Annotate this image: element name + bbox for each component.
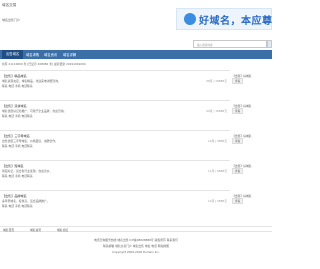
- listing-meta: 12月 | 5888元: [208, 199, 227, 203]
- listing-contact: 联系 电话 手机 电话联系: [2, 84, 33, 88]
- listing-title[interactable]: 【出售】精品域名: [2, 73, 27, 78]
- list-item[interactable]: 【出售】精品域名 域名资源充足，域名精品，欢迎来电详细咨询。 联系 电话 手机 …: [0, 70, 230, 100]
- nav-item-detail[interactable]: 域名详解: [63, 52, 76, 57]
- listing-meta: 10月 | 9888元: [208, 139, 227, 143]
- main-nav: 出售域名 域名求购 域名资讯 域名详解: [0, 50, 272, 59]
- list-item[interactable]: 【出售】双拼域名 域名优质好记易推广，可用于企业品牌，欢迎咨询。 联系 电话 手…: [0, 100, 230, 130]
- footer-copyright: Copyright 2009-2018 Domain Inc.: [112, 250, 160, 254]
- listing-title[interactable]: 【出售】短域名: [2, 163, 24, 168]
- footer-line: 电话咨询服务热线 域名出售 ICP备08008888号 版权所有 联系我们: [94, 238, 178, 242]
- listing-desc: 多年老域名，权重高，适合品牌推广。: [2, 199, 50, 203]
- listing-contact: 联系 电话 手机 电话联系: [2, 174, 33, 178]
- bottom-nav: 域名首页 域名资讯 域名论坛: [0, 226, 272, 232]
- nav-item-sell[interactable]: 出售域名: [2, 50, 24, 59]
- listing-meta: 08月 | 18888元: [206, 79, 227, 83]
- listing-contact: 联系 电话 手机 电话联系: [2, 114, 33, 118]
- banner-logo-icon: [184, 13, 196, 25]
- bottom-nav-item[interactable]: 域名资讯: [30, 228, 41, 232]
- listing-title[interactable]: 【出售】三字母域名: [2, 133, 30, 138]
- listing-info: 共有 21110000 条 [已显示 408084 条] 最新更新 201910…: [2, 62, 86, 66]
- listing-desc: 出售优质三字母域名，价格面议，诚邀合作。: [2, 139, 58, 143]
- listing-desc: 简短好记，适合各行业使用，欢迎议价。: [2, 169, 53, 173]
- sidebar-view-button[interactable]: 查看: [232, 198, 244, 204]
- listing-title[interactable]: 【出售】品牌域名: [2, 193, 27, 198]
- bottom-nav-item[interactable]: 域名论坛: [57, 228, 68, 232]
- header-banner: 好域名，本应尊: [176, 8, 272, 30]
- listing-contact: 联系 电话 手机 电话联系: [2, 144, 33, 148]
- search-input[interactable]: 输入搜索内容: [193, 40, 267, 48]
- listing-meta: 11月 | 6888元: [208, 169, 227, 173]
- sidebar-view-button[interactable]: 查看: [232, 138, 244, 144]
- search-icon[interactable]: [267, 40, 272, 48]
- sidebar-view-button[interactable]: 查看: [232, 108, 244, 114]
- nav-item-news[interactable]: 域名资讯: [44, 52, 57, 57]
- bottom-nav-item[interactable]: 域名首页: [3, 228, 14, 232]
- sidebar-view-button[interactable]: 查看: [232, 168, 244, 174]
- listing-meta: 09月 | 16888元: [206, 109, 227, 113]
- footer-line: 联系邮箱 域名交易门户 域名出售 地址 电话 网站地图: [103, 244, 169, 248]
- list-item[interactable]: 【出售】短域名 简短好记，适合各行业使用，欢迎议价。 联系 电话 手机 电话联系…: [0, 160, 230, 190]
- listing-desc: 域名优质好记易推广，可用于企业品牌，欢迎咨询。: [2, 109, 67, 113]
- listing-desc: 域名资源充足，域名精品，欢迎来电详细咨询。: [2, 79, 61, 83]
- list-item[interactable]: 【出售】品牌域名 多年老域名，权重高，适合品牌推广。 联系 电话 手机 电话联系…: [0, 190, 230, 220]
- sidebar-view-button[interactable]: 查看: [232, 78, 244, 84]
- banner-slogan: 好域名，本应尊: [199, 16, 273, 27]
- listing-title[interactable]: 【出售】双拼域名: [2, 103, 27, 108]
- list-item[interactable]: 【出售】三字母域名 出售优质三字母域名，价格面议，诚邀合作。 联系 电话 手机 …: [0, 130, 230, 160]
- sidebar-item[interactable]: 【出售】好域名 查看: [232, 194, 272, 204]
- listing-contact: 联系 电话 手机 电话联系: [2, 204, 33, 208]
- site-title: 域名交易: [2, 3, 17, 7]
- site-subtitle: 域名出售门户: [2, 18, 21, 22]
- sidebar-item[interactable]: 【出售】好域名 查看: [232, 74, 272, 84]
- sidebar-item[interactable]: 【出售】好域名 查看: [232, 104, 272, 114]
- sidebar-item[interactable]: 【出售】好域名 查看: [232, 164, 272, 174]
- sidebar-item[interactable]: 【出售】好域名 查看: [232, 134, 272, 144]
- nav-item-buy[interactable]: 域名求购: [26, 52, 39, 57]
